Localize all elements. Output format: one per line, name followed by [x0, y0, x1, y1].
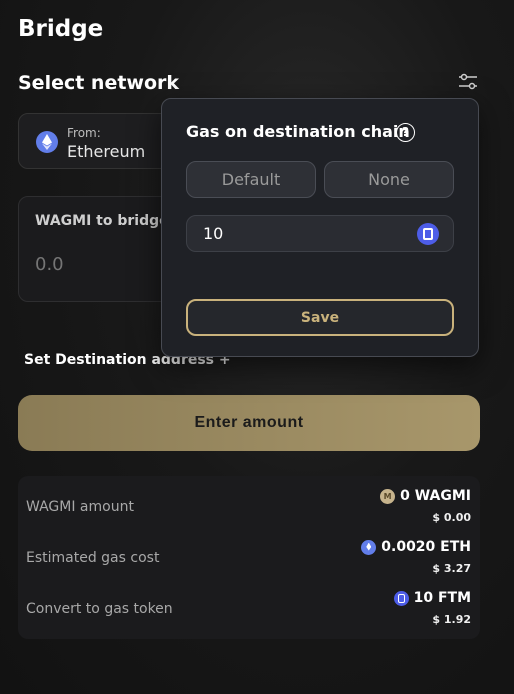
- ftm-token-icon: [393, 590, 409, 606]
- gas-popover-title: Gas on destination chain: [186, 122, 410, 141]
- from-label: From:: [67, 126, 101, 140]
- save-button[interactable]: Save: [186, 299, 454, 336]
- enter-amount-button[interactable]: Enter amount: [18, 395, 480, 451]
- summary-convert-label: Convert to gas token: [26, 601, 173, 617]
- page-title: Bridge: [18, 16, 104, 42]
- eth-token-icon: [361, 539, 377, 555]
- summary-wagmi-amount-label: WAGMI amount: [26, 499, 134, 515]
- summary-gas-cost-label: Estimated gas cost: [26, 550, 160, 566]
- ethereum-icon: [36, 131, 58, 153]
- select-network-heading: Select network: [18, 72, 180, 94]
- summary-gas-cost-text: 0.0020 ETH: [381, 539, 471, 555]
- summary-wagmi-amount-value: 0 WAGMI: [380, 488, 471, 504]
- summary-wagmi-amount-text: 0 WAGMI: [400, 488, 471, 504]
- gas-option-none-button[interactable]: None: [324, 161, 454, 198]
- summary-convert-text: 10 FTM: [413, 590, 471, 606]
- summary-gas-cost-usd: $ 3.27: [432, 562, 471, 575]
- from-network-name: Ethereum: [67, 142, 146, 161]
- gas-amount-input[interactable]: [203, 224, 383, 243]
- gas-amount-field[interactable]: [186, 215, 454, 252]
- gas-option-default-button[interactable]: Default: [186, 161, 316, 198]
- summary-convert-usd: $ 1.92: [432, 613, 471, 626]
- summary-wagmi-amount-usd: $ 0.00: [432, 511, 471, 524]
- bridge-amount-label: WAGMI to bridge: [35, 213, 169, 229]
- bridge-amount-input[interactable]: [35, 254, 175, 275]
- summary-panel: WAGMI amount 0 WAGMI $ 0.00 Estimated ga…: [18, 476, 480, 639]
- summary-gas-cost-value: 0.0020 ETH: [361, 539, 471, 555]
- fantom-token-icon: [417, 223, 439, 245]
- help-icon[interactable]: ?: [396, 123, 415, 142]
- gas-settings-popover: Gas on destination chain ? Default None …: [161, 98, 479, 357]
- summary-convert-value: 10 FTM: [393, 590, 471, 606]
- wagmi-token-icon: [380, 488, 396, 504]
- settings-sliders-icon[interactable]: [457, 72, 479, 92]
